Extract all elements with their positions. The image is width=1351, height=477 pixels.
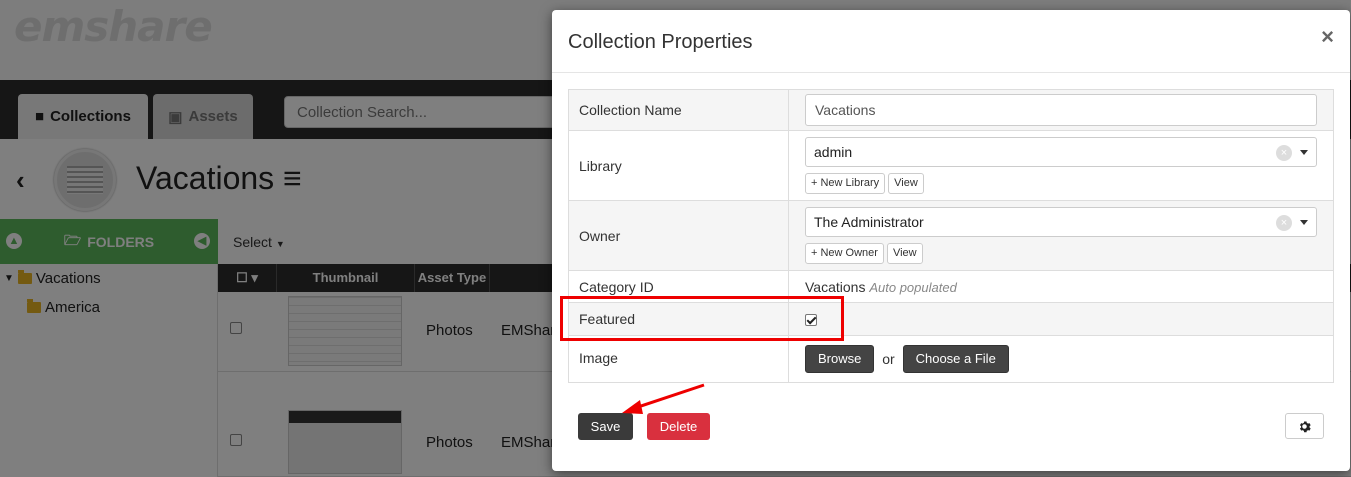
view-library-button[interactable]: View xyxy=(888,173,924,194)
new-owner-button[interactable]: + New Owner xyxy=(805,243,884,264)
new-library-button[interactable]: + New Library xyxy=(805,173,886,194)
close-icon[interactable]: × xyxy=(1321,26,1334,48)
collection-name-input[interactable] xyxy=(805,94,1317,126)
library-selected-value: admin xyxy=(814,144,853,160)
or-text: or xyxy=(882,351,895,367)
row-image: Image Browse or Choose a File xyxy=(568,335,1334,383)
clear-icon[interactable]: × xyxy=(1276,145,1292,161)
featured-highlight-annotation xyxy=(560,296,844,341)
collection-properties-modal: Collection Properties × Collection Name … xyxy=(552,10,1350,471)
view-owner-button[interactable]: View xyxy=(886,243,923,264)
auto-populated-note: Auto populated xyxy=(869,279,957,295)
category-id-value: Vacations xyxy=(805,278,866,295)
owner-select[interactable]: The Administrator × xyxy=(805,207,1317,237)
library-label: Library xyxy=(568,130,789,201)
row-collection-name: Collection Name xyxy=(568,89,1334,131)
modal-header: Collection Properties × xyxy=(552,10,1350,73)
choose-file-button[interactable]: Choose a File xyxy=(902,345,1009,373)
delete-button[interactable]: Delete xyxy=(647,413,710,440)
library-select[interactable]: admin × xyxy=(805,137,1317,167)
modal-title: Collection Properties xyxy=(568,31,753,53)
dropdown-arrow-icon[interactable] xyxy=(1300,220,1308,225)
clear-icon[interactable]: × xyxy=(1276,215,1292,231)
owner-selected-value: The Administrator xyxy=(814,214,924,230)
row-library: Library admin × + New Library View xyxy=(568,130,1334,201)
collection-name-label: Collection Name xyxy=(568,89,789,131)
settings-button[interactable] xyxy=(1285,413,1324,439)
dropdown-arrow-icon[interactable] xyxy=(1300,150,1308,155)
image-label: Image xyxy=(568,335,789,383)
save-button[interactable]: Save xyxy=(578,413,633,440)
owner-label: Owner xyxy=(568,200,789,271)
browse-button[interactable]: Browse xyxy=(805,345,875,373)
gear-icon xyxy=(1299,420,1311,432)
row-owner: Owner The Administrator × + New Owner Vi… xyxy=(568,200,1334,271)
